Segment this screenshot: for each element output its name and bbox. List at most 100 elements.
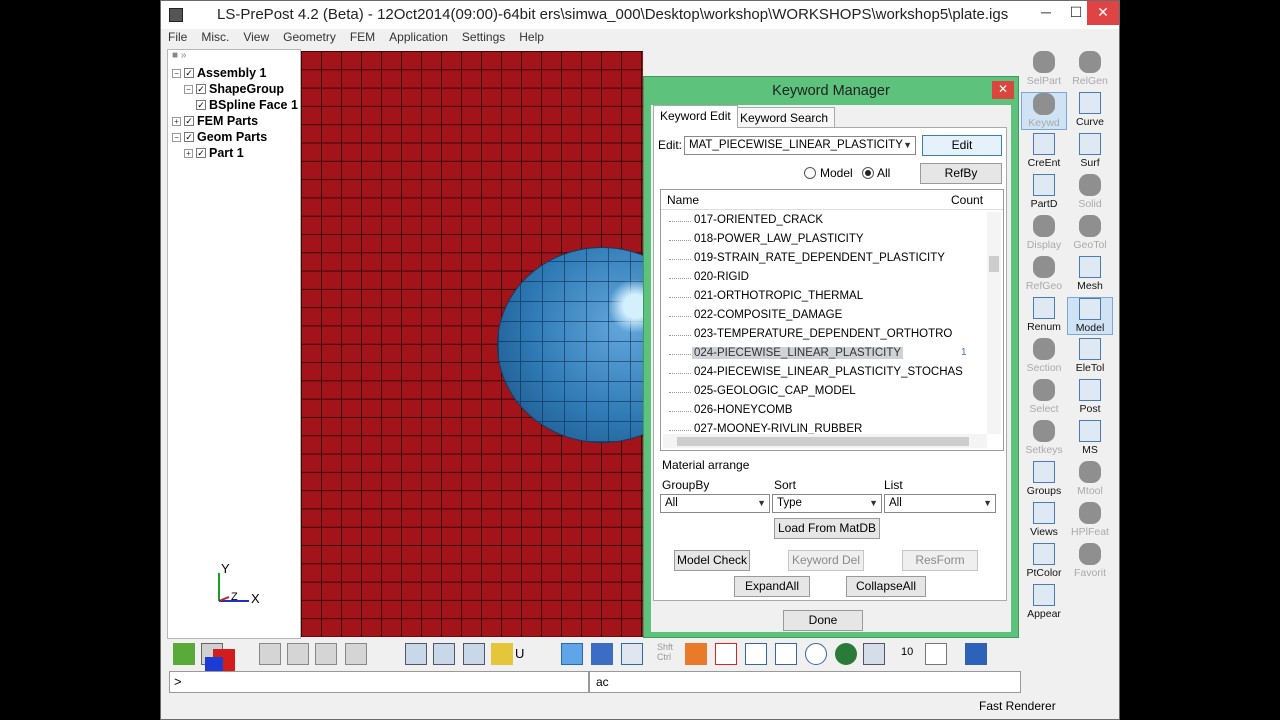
list-item[interactable]: 023-TEMPERATURE_DEPENDENT_ORTHOTRO [661, 326, 981, 344]
list-select[interactable]: All ▼ [884, 494, 996, 513]
list-item[interactable]: 017-ORIENTED_CRACK [661, 212, 981, 230]
mesh-cube-icon[interactable] [433, 643, 455, 665]
edit-keyword-combo[interactable]: MAT_PIECEWISE_LINEAR_PLASTICITY ▼ [684, 136, 916, 155]
tree-item-shapegroup[interactable]: − ✓ ShapeGroup [184, 81, 284, 97]
dialog-close-button[interactable]: ✕ [992, 81, 1014, 99]
done-button[interactable]: Done [783, 610, 863, 631]
list-item[interactable]: 026-HONEYCOMB [661, 402, 981, 420]
menu-file[interactable]: File [161, 29, 194, 47]
model-check-button[interactable]: Model Check [674, 550, 750, 571]
tool-ms[interactable]: MS [1067, 420, 1113, 456]
tree-item-fem-parts[interactable]: + ✓ FEM Parts [172, 113, 258, 129]
radio-model[interactable] [804, 167, 816, 179]
tool-keywd[interactable]: Keywd [1021, 92, 1067, 130]
tool-select[interactable]: Select [1021, 379, 1067, 415]
solid-cube-icon[interactable] [591, 643, 613, 665]
expand-all-button[interactable]: ExpandAll [734, 576, 810, 597]
tool-surf[interactable]: Surf [1067, 133, 1113, 169]
tool-mesh[interactable]: Mesh [1067, 256, 1113, 292]
graphics-viewport[interactable] [301, 51, 643, 637]
list-horizontal-scrollbar[interactable] [663, 434, 987, 448]
menu-geometry[interactable]: Geometry [276, 29, 343, 47]
tool-views[interactable]: Views [1021, 502, 1067, 538]
command-history[interactable]: ac [589, 671, 1021, 693]
checkbox-icon[interactable]: ✓ [196, 100, 206, 110]
groupby-select[interactable]: All ▼ [660, 494, 770, 513]
tree-item-assembly[interactable]: − ✓ Assembly 1 [172, 65, 266, 81]
minimize-button[interactable]: ─ [1031, 1, 1061, 25]
view-cube-icon[interactable] [863, 643, 885, 665]
expand-icon[interactable]: + [184, 148, 193, 158]
mesh-cube-icon[interactable] [405, 643, 427, 665]
menu-help[interactable]: Help [512, 29, 551, 47]
menu-fem[interactable]: FEM [343, 29, 382, 47]
axis-icon[interactable] [925, 643, 947, 665]
collapse-icon[interactable]: − [184, 84, 193, 94]
tool-ptcolor[interactable]: PtColor [1021, 543, 1067, 579]
list-item[interactable]: 025-GEOLOGIC_CAP_MODEL [661, 383, 981, 401]
tree-item-part1[interactable]: + ✓ Part 1 [184, 145, 244, 161]
tool-refgeo[interactable]: RefGeo [1021, 256, 1067, 292]
close-button[interactable]: ✕ [1087, 1, 1119, 25]
checkbox-icon[interactable]: ✓ [196, 148, 206, 158]
list-vertical-scrollbar[interactable] [987, 212, 1001, 434]
resform-button[interactable]: ResForm [902, 550, 978, 571]
refby-button[interactable]: RefBy [920, 163, 1002, 184]
globe-icon[interactable] [835, 643, 857, 665]
menu-application[interactable]: Application [382, 29, 455, 47]
tab-keyword-search[interactable]: Keyword Search [733, 107, 836, 128]
tool-renum[interactable]: Renum [1021, 297, 1067, 333]
list-item[interactable]: 021-ORTHOTROPIC_THERMAL [661, 288, 981, 306]
pick-icon[interactable] [685, 643, 707, 665]
tool-post[interactable]: Post [1067, 379, 1113, 415]
tool-creent[interactable]: CreEnt [1021, 133, 1067, 169]
tool-display[interactable]: Display [1021, 215, 1067, 251]
keyword-del-button[interactable]: Keyword Del [788, 550, 864, 571]
checkbox-icon[interactable]: ✓ [184, 68, 194, 78]
tool-solid[interactable]: Solid [1067, 174, 1113, 210]
mesh-cube-icon[interactable] [463, 643, 485, 665]
tree-item-bspline-face[interactable]: ✓ BSpline Face 1 [196, 97, 298, 113]
tree-item-geom-parts[interactable]: − ✓ Geom Parts [172, 129, 267, 145]
checkbox-icon[interactable]: ✓ [184, 132, 194, 142]
checkbox-icon[interactable]: ✓ [196, 84, 206, 94]
menu-misc[interactable]: Misc. [194, 29, 236, 47]
tool-groups[interactable]: Groups [1021, 461, 1067, 497]
expand-icon[interactable]: + [172, 116, 181, 126]
cube-icon[interactable] [287, 643, 309, 665]
scrollbar-thumb[interactable] [989, 256, 999, 272]
tool-setkeys[interactable]: Setkeys [1021, 420, 1067, 456]
tool-partd[interactable]: PartD [1021, 174, 1067, 210]
radio-all[interactable] [862, 167, 874, 179]
add-icon[interactable] [715, 643, 737, 665]
collapse-icon[interactable]: − [172, 68, 181, 78]
command-input[interactable]: > [169, 671, 589, 693]
menu-settings[interactable]: Settings [455, 29, 512, 47]
u-toggle[interactable]: U [515, 646, 524, 661]
tool-eletol[interactable]: EleTol [1067, 338, 1113, 374]
tree-toolbar[interactable]: ■ » [168, 50, 300, 64]
tool-model[interactable]: Model [1067, 297, 1113, 335]
color-blue-icon[interactable] [205, 657, 223, 671]
tool-geotol[interactable]: GeoTol [1067, 215, 1113, 251]
rotate-icon[interactable] [775, 643, 797, 665]
list-item-selected[interactable]: 024-PIECEWISE_LINEAR_PLASTICITY 1 [661, 345, 981, 363]
solid-cube-icon[interactable] [561, 643, 583, 665]
sort-select[interactable]: Type ▼ [772, 494, 882, 513]
tool-mtool[interactable]: Mtool [1067, 461, 1113, 497]
tool-favorit[interactable]: Favorit [1067, 543, 1113, 579]
collapse-all-button[interactable]: CollapseAll [846, 576, 926, 597]
tool-curve[interactable]: Curve [1067, 92, 1113, 128]
menu-view[interactable]: View [236, 29, 276, 47]
tool-relgen[interactable]: RelGen [1067, 51, 1113, 87]
collapse-icon[interactable]: − [172, 132, 181, 142]
tool-section[interactable]: Section [1021, 338, 1067, 374]
tool-hplfeat[interactable]: HPlFeat [1067, 502, 1113, 538]
edit-button[interactable]: Edit [922, 135, 1002, 156]
tool-appear[interactable]: Appear [1021, 584, 1067, 620]
list-item[interactable]: 024-PIECEWISE_LINEAR_PLASTICITY_STOCHAS [661, 364, 981, 382]
list-item[interactable]: 022-COMPOSITE_DAMAGE [661, 307, 981, 325]
cube-icon[interactable] [259, 643, 281, 665]
center-icon[interactable] [805, 643, 827, 665]
list-item[interactable]: 018-POWER_LAW_PLASTICITY [661, 231, 981, 249]
